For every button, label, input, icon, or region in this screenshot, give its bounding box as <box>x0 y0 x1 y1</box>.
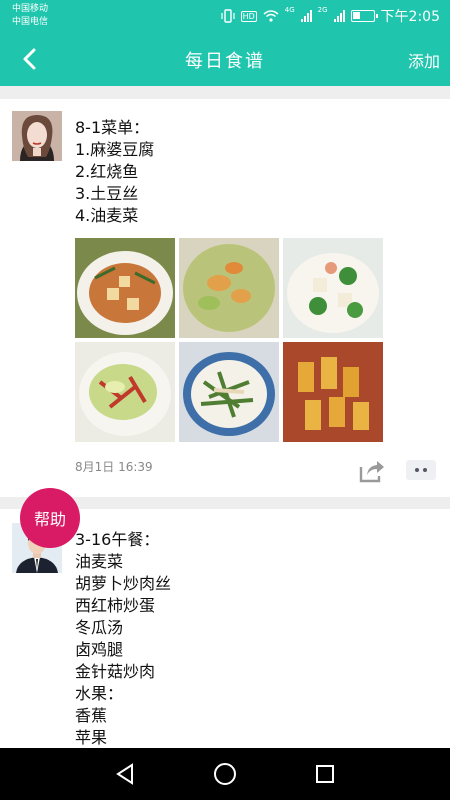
page-title: 每日食谱 <box>185 51 265 72</box>
help-button[interactable]: 帮助 <box>20 488 80 548</box>
share-icon <box>359 461 384 483</box>
app-bar: 每日食谱 添加 <box>0 32 450 86</box>
carrier-2: 中国电信 <box>12 17 49 27</box>
battery-icon <box>350 10 378 22</box>
triangle-back-icon <box>116 763 133 785</box>
circle-home-icon <box>214 763 236 785</box>
square-recents-icon <box>316 765 334 783</box>
avatar-image <box>12 111 62 161</box>
signal-icon <box>333 10 345 22</box>
carrier-1: 中国移动 <box>12 4 49 14</box>
dot <box>415 468 419 472</box>
nav-home-button[interactable] <box>212 761 238 787</box>
food-photo[interactable] <box>179 238 279 338</box>
food-photo[interactable] <box>179 342 279 442</box>
network-type-2: 2G <box>317 6 328 14</box>
share-button[interactable] <box>358 458 386 484</box>
status-bar: 中国移动 中国电信 HD 4G 2G 下午2:05 <box>0 0 450 32</box>
food-photo[interactable] <box>283 342 383 442</box>
nav-recents-button[interactable] <box>312 761 338 787</box>
vibrate-icon <box>220 9 235 23</box>
network-type-1: 4G <box>284 6 295 14</box>
hd-badge: HD <box>240 10 257 22</box>
system-nav-bar <box>0 748 450 800</box>
status-time: 下午2:05 <box>380 9 440 25</box>
divider <box>0 86 450 99</box>
food-photo[interactable] <box>283 238 383 338</box>
food-photo[interactable] <box>75 342 175 442</box>
nav-back-button[interactable] <box>112 761 138 787</box>
signal-icon <box>300 10 312 22</box>
avatar[interactable] <box>12 111 62 161</box>
status-icons: HD 4G 2G 下午2:05 <box>220 6 440 26</box>
post-text: 3-16午餐： 油麦菜 胡萝卜炒肉丝 西红柿炒蛋 冬瓜汤 卤鸡腿 金针菇炒肉 水… <box>75 530 172 747</box>
add-button[interactable]: 添加 <box>408 48 440 72</box>
dot <box>423 468 427 472</box>
food-photo[interactable] <box>75 238 175 338</box>
more-button[interactable] <box>406 460 436 480</box>
wifi-icon <box>263 10 279 22</box>
post-text: 8-1菜单： 1.麻婆豆腐 2.红烧鱼 3.土豆丝 4.油麦菜 <box>75 118 155 225</box>
post-time: 8月1日 16:39 <box>75 460 153 474</box>
